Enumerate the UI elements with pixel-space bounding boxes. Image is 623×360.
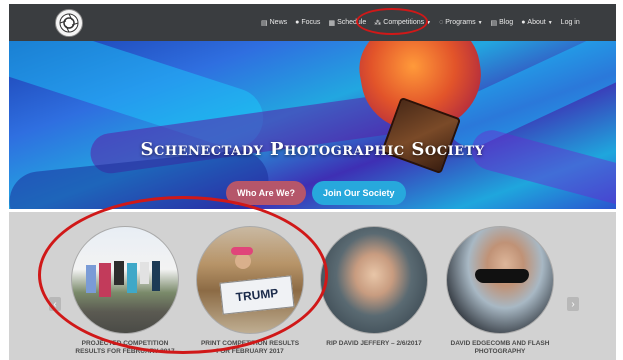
nav-item-focus[interactable]: ● Focus: [295, 19, 320, 26]
laundry-item: [140, 262, 149, 284]
caption-line: Photography: [474, 348, 526, 355]
caption-line: Print Competition Results: [200, 340, 300, 347]
chevron-down-icon: ▼: [547, 19, 553, 26]
nav-item-label: Log in: [560, 19, 580, 26]
slide-image-print-competition[interactable]: TRUMP: [196, 226, 304, 334]
nav-item-login[interactable]: Log in: [561, 19, 580, 26]
nav-item-label: Schedule: [337, 19, 367, 26]
nav-item-schedule[interactable]: ▦ Schedule: [328, 19, 366, 27]
caption-line: Results for February 2017: [75, 348, 175, 355]
globe-icon: ◌: [439, 19, 444, 26]
nav-item-news[interactable]: ▤ News: [261, 19, 287, 27]
info-icon: ●: [521, 19, 526, 26]
caption-line: David Edgecomb and Flash: [450, 340, 550, 347]
person-head: [235, 253, 251, 269]
slide-image-david-edgecomb[interactable]: [446, 226, 554, 334]
nav-item-label: About: [527, 19, 546, 26]
laundry-item: [152, 261, 160, 291]
nav-item-label: News: [269, 19, 288, 26]
nav-item-label: Blog: [499, 19, 514, 26]
site-logo[interactable]: [55, 9, 83, 37]
slide-image-david-jeffery[interactable]: [320, 226, 428, 334]
laundry-item: [99, 263, 111, 297]
slide-caption-david-jeffery[interactable]: RIP David Jeffery – 2/6/2017: [310, 340, 438, 348]
nav-item-about[interactable]: ● About ▼: [521, 19, 552, 26]
slide-caption-print-competition[interactable]: Print Competition Results for February 2…: [186, 340, 314, 356]
nav-item-label: Programs: [445, 19, 476, 26]
slide-caption-david-edgecomb[interactable]: David Edgecomb and Flash Photography: [436, 340, 564, 356]
info-circle-icon: ●: [295, 19, 300, 26]
laundry-item: [114, 261, 124, 285]
nav-item-label: Focus: [301, 19, 321, 26]
sunglasses: [475, 269, 529, 283]
nav-item-blog[interactable]: ▤ Blog: [491, 19, 514, 27]
navbar: ▤ News ● Focus ▦ Schedule ⁂ Competitions…: [9, 4, 616, 41]
calendar-icon: ▦: [328, 19, 336, 27]
carousel-next-button[interactable]: ›: [567, 297, 579, 311]
chevron-down-icon: ▼: [426, 19, 432, 26]
caption-line: Projected Competition: [81, 340, 169, 347]
aperture-icon: [59, 13, 79, 33]
carousel-prev-button[interactable]: ‹: [49, 297, 61, 311]
site-title: Schenectady Photographic Society: [140, 139, 485, 160]
slide-caption-projected-competition[interactable]: Projected Competition Results for Februa…: [61, 340, 189, 356]
trump-sign: TRUMP: [219, 275, 295, 315]
sitemap-icon: ⁂: [374, 19, 382, 27]
who-are-we-button[interactable]: Who Are We?: [226, 181, 306, 205]
join-our-society-button[interactable]: Join Our Society: [312, 181, 406, 205]
newspaper-icon: ▤: [261, 19, 268, 27]
nav-menu: ▤ News ● Focus ▦ Schedule ⁂ Competitions…: [261, 4, 580, 41]
nav-item-label: Competitions: [383, 19, 425, 26]
laundry-item: [127, 263, 137, 293]
chevron-down-icon: ▼: [477, 19, 483, 26]
caption-line: RIP David Jeffery – 2/6/2017: [326, 340, 422, 347]
nav-item-programs[interactable]: ◌ Programs ▼: [439, 19, 482, 26]
blog-icon: ▤: [490, 19, 498, 27]
hero-banner: Schenectady Photographic Society: [9, 41, 616, 209]
caption-line: for February 2017: [216, 348, 284, 355]
laundry-item: [86, 265, 96, 293]
nav-item-competitions[interactable]: ⁂ Competitions ▼: [374, 19, 431, 27]
pink-hat: [231, 247, 253, 255]
slide-image-projected-competition[interactable]: [71, 226, 179, 334]
